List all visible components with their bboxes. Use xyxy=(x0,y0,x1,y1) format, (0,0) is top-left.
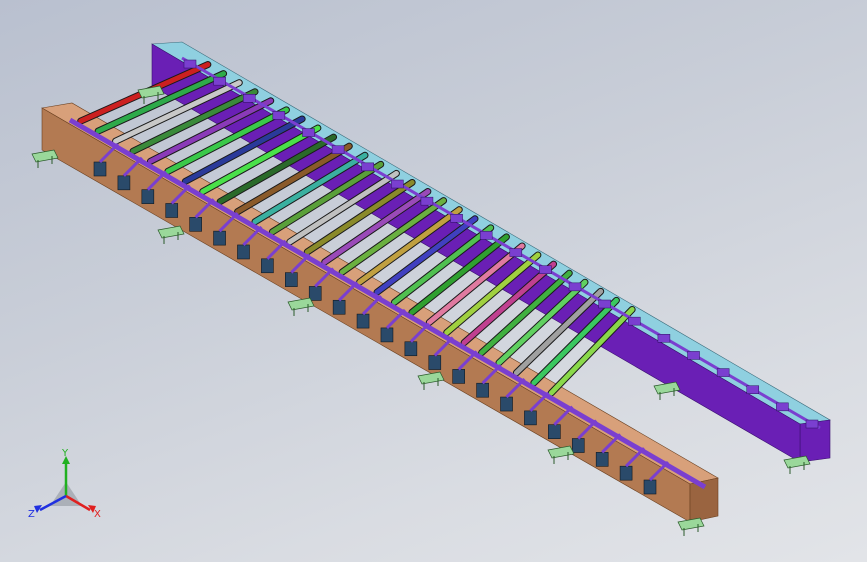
support-foot xyxy=(783,455,811,469)
bearing-bracket xyxy=(391,179,404,189)
drive-motor xyxy=(643,479,657,495)
bearing-bracket xyxy=(746,385,760,394)
drive-motor xyxy=(165,203,179,218)
drive-motor xyxy=(452,369,465,384)
roller-conveyor-assembly[interactable] xyxy=(0,0,867,562)
bearing-bracket xyxy=(539,265,552,274)
drive-motor xyxy=(332,299,346,315)
drive-motor xyxy=(285,272,298,287)
bearing-bracket xyxy=(450,214,463,223)
support-foot xyxy=(653,381,681,395)
bearing-bracket xyxy=(509,248,523,257)
support-foot xyxy=(137,85,165,99)
drive-motor xyxy=(261,258,274,274)
x-axis-label: X xyxy=(94,509,101,520)
support-foot xyxy=(677,517,705,531)
drive-motor xyxy=(356,313,370,329)
drive-motor xyxy=(619,465,633,481)
support-foot xyxy=(157,225,185,239)
bearing-bracket xyxy=(628,316,641,326)
drive-motor xyxy=(117,175,131,191)
y-axis-label: Y xyxy=(61,448,69,459)
support-foot xyxy=(287,297,315,311)
drive-motor xyxy=(380,327,394,343)
drive-motor xyxy=(93,161,107,177)
support-foot xyxy=(417,371,445,385)
drive-motor xyxy=(308,286,322,301)
support-foot xyxy=(547,445,575,459)
bearing-bracket xyxy=(213,76,226,86)
drive-motor xyxy=(404,341,418,357)
bearing-bracket xyxy=(598,299,611,309)
bearing-bracket xyxy=(420,196,434,206)
bearing-bracket xyxy=(687,351,700,360)
bearing-bracket xyxy=(716,368,730,377)
bearing-bracket xyxy=(331,145,345,154)
bearing-bracket xyxy=(272,111,286,120)
drive-motor xyxy=(428,355,442,370)
drive-motor xyxy=(141,189,155,204)
bearing-bracket xyxy=(568,282,582,292)
drive-motor xyxy=(500,396,513,412)
bearing-bracket xyxy=(302,128,315,137)
drive-motor xyxy=(213,230,226,246)
drive-motor xyxy=(571,438,585,453)
bearing-bracket xyxy=(242,94,256,103)
bearing-bracket xyxy=(479,231,493,240)
bearing-bracket xyxy=(776,402,789,412)
drive-motor xyxy=(237,244,250,260)
drive-motor xyxy=(548,424,561,439)
cad-viewport[interactable]: Y X Z xyxy=(0,0,867,562)
bearing-bracket xyxy=(805,419,819,429)
bearing-bracket xyxy=(183,59,197,69)
support-foot xyxy=(31,149,59,163)
bearing-bracket xyxy=(361,162,374,172)
axis-triad: Y X Z xyxy=(28,448,101,520)
bearing-bracket xyxy=(657,334,671,343)
drive-motor xyxy=(595,452,609,467)
z-axis-label: Z xyxy=(28,509,35,520)
drive-motor xyxy=(189,217,202,232)
drive-motor xyxy=(524,410,537,426)
drive-motor xyxy=(476,382,489,398)
